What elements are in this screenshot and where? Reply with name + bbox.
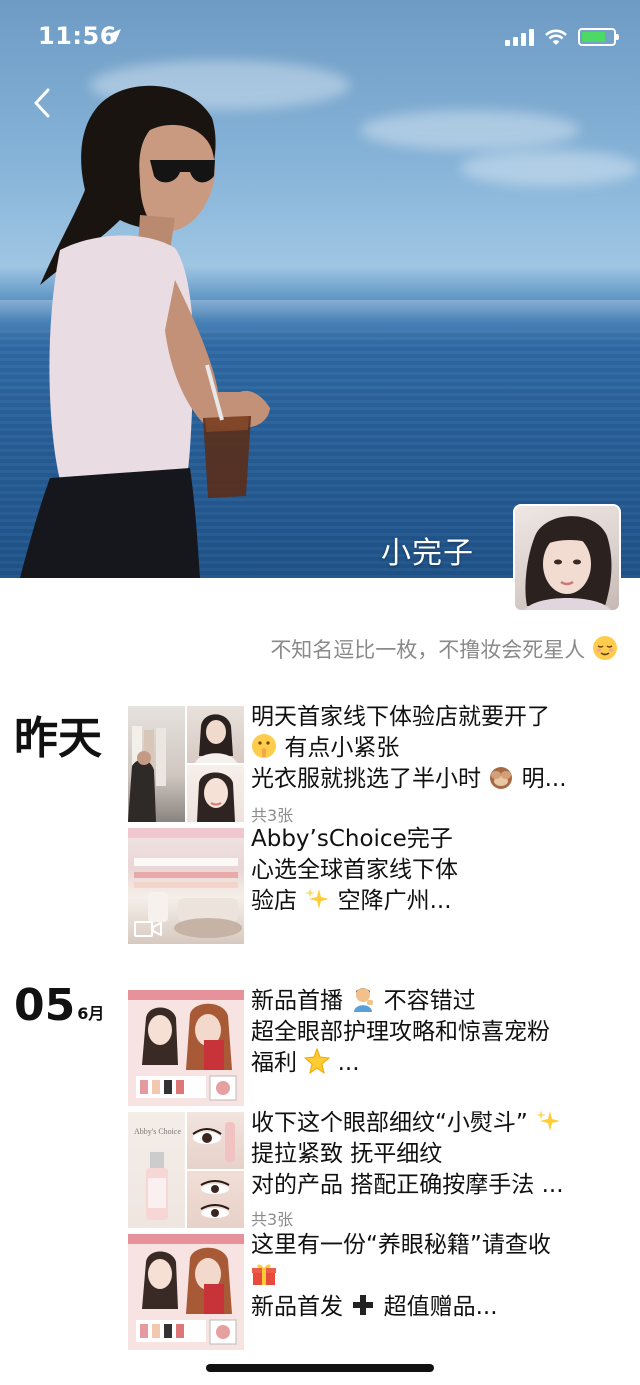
person-figure [20, 85, 270, 578]
battery-icon [578, 28, 619, 46]
post-line: 有点小紧张 [284, 735, 400, 761]
gift-emoji-icon [252, 1264, 276, 1285]
post-line: 光衣服就挑选了半小时 [251, 766, 481, 792]
post-line: 对的产品 搭配正确按摩手法 ... [251, 1172, 564, 1198]
post-thumbnail-grid [128, 706, 244, 822]
post-text: 收下这个眼部细纹“小熨斗” 提拉紧致 抚平细纹 对的产品 搭配正确按摩手法 ..… [251, 1108, 596, 1201]
post-line: ... [337, 1050, 360, 1076]
day-number: 05 [14, 980, 76, 1031]
thumb-image-eyes [187, 1171, 244, 1228]
post-video-thumbnail [128, 828, 244, 944]
day-header-yesterday: 昨天 [14, 702, 102, 766]
profile-avatar[interactable] [513, 504, 621, 612]
post-line: 福利 [251, 1050, 297, 1076]
status-bar: 11:56 [0, 0, 640, 76]
image-count: 共3张 [251, 806, 294, 825]
post-line: Abby’sChoice完子 [251, 826, 453, 852]
svg-text:Abby's Choice: Abby's Choice [134, 1127, 181, 1136]
person-tipping-hand-emoji-icon [354, 988, 374, 1012]
post-line: 超全眼部护理攻略和惊喜宠粉 [251, 1019, 550, 1045]
day-header-june-05: 05 6月 [14, 980, 104, 1031]
timeline-post[interactable]: 新品首播 不容错过 超全眼部护理攻略和惊喜宠粉 福利 ... [128, 988, 618, 1106]
post-text: 这里有一份“养眼秘籍”请查收 新品首发 超值赠品... [251, 1230, 596, 1323]
plus-sign-emoji-icon [353, 1295, 374, 1315]
video-camera-icon [134, 921, 162, 937]
thumb-image-portrait [187, 706, 244, 763]
thumb-image-eye-closeup [187, 1112, 244, 1169]
post-line: 新品首播 [251, 988, 343, 1014]
thumb-image-clothes-rack [128, 706, 185, 822]
see-no-evil-monkey-emoji-icon [490, 767, 513, 789]
post-thumbnail-promo [128, 990, 244, 1106]
timeline-post[interactable]: Abby’sChoice完子 心选全球首家线下体 验店 空降广州... [128, 826, 618, 944]
timeline-post[interactable]: 明天首家线下体验店就要开了 有点小紧张 光衣服就挑选了半小时 明... 共3张 [128, 704, 618, 825]
post-text: 新品首播 不容错过 超全眼部护理攻略和惊喜宠粉 福利 ... [251, 986, 596, 1079]
thumb-image-selfie [187, 765, 244, 822]
avatar-face-image [525, 516, 612, 610]
post-line: 这里有一份“养眼秘籍”请查收 [251, 1232, 551, 1258]
post-line: 不容错过 [383, 988, 476, 1014]
thumb-image-product-bottle: Abby's Choice [128, 1112, 185, 1228]
post-line: 验店 [251, 888, 297, 914]
shushing-face-emoji-icon [252, 734, 276, 758]
post-line: 明天首家线下体验店就要开了 [251, 704, 550, 730]
profile-name: 小完子 [381, 536, 474, 571]
post-thumbnail-grid: Abby's Choice [128, 1112, 244, 1228]
profile-signature: 不知名逗比一枚，不撸妆会死星人 [270, 634, 618, 664]
back-chevron-icon[interactable] [30, 86, 54, 120]
day-month: 6月 [77, 1004, 105, 1023]
post-line: 明... [521, 766, 567, 792]
post-thumbnail-promo [128, 1234, 244, 1350]
cover-photo[interactable]: 11:56 小完子 [0, 0, 640, 578]
cellular-signal-icon [505, 28, 534, 46]
home-indicator[interactable] [206, 1364, 434, 1372]
sparkles-emoji-icon [305, 888, 330, 909]
post-line: 新品首发 [251, 1294, 343, 1320]
timeline-post[interactable]: 这里有一份“养眼秘籍”请查收 新品首发 超值赠品... [128, 1232, 618, 1350]
post-text: Abby’sChoice完子 心选全球首家线下体 验店 空降广州... [251, 824, 596, 917]
location-arrow-icon [107, 29, 121, 43]
sparkles-emoji-icon [536, 1110, 561, 1131]
post-line: 提拉紧致 抚平细纹 [251, 1141, 443, 1167]
post-text: 明天首家线下体验店就要开了 有点小紧张 光衣服就挑选了半小时 明... [251, 702, 596, 795]
day-label: 昨天 [14, 713, 102, 764]
glowing-star-emoji-icon [304, 1048, 331, 1074]
timeline-post[interactable]: Abby's Choice 收下这个眼部细纹“小熨斗” 提拉紧致 抚平细纹 对的… [128, 1110, 618, 1229]
post-line: 收下这个眼部细纹“小熨斗” [251, 1110, 528, 1136]
image-count: 共3张 [251, 1210, 294, 1229]
post-line: 心选全球首家线下体 [251, 857, 458, 883]
post-line: 超值赠品... [383, 1294, 498, 1320]
relieved-face-emoji-icon [593, 636, 617, 660]
wifi-icon [545, 29, 567, 45]
post-line: 空降广州... [337, 888, 452, 914]
